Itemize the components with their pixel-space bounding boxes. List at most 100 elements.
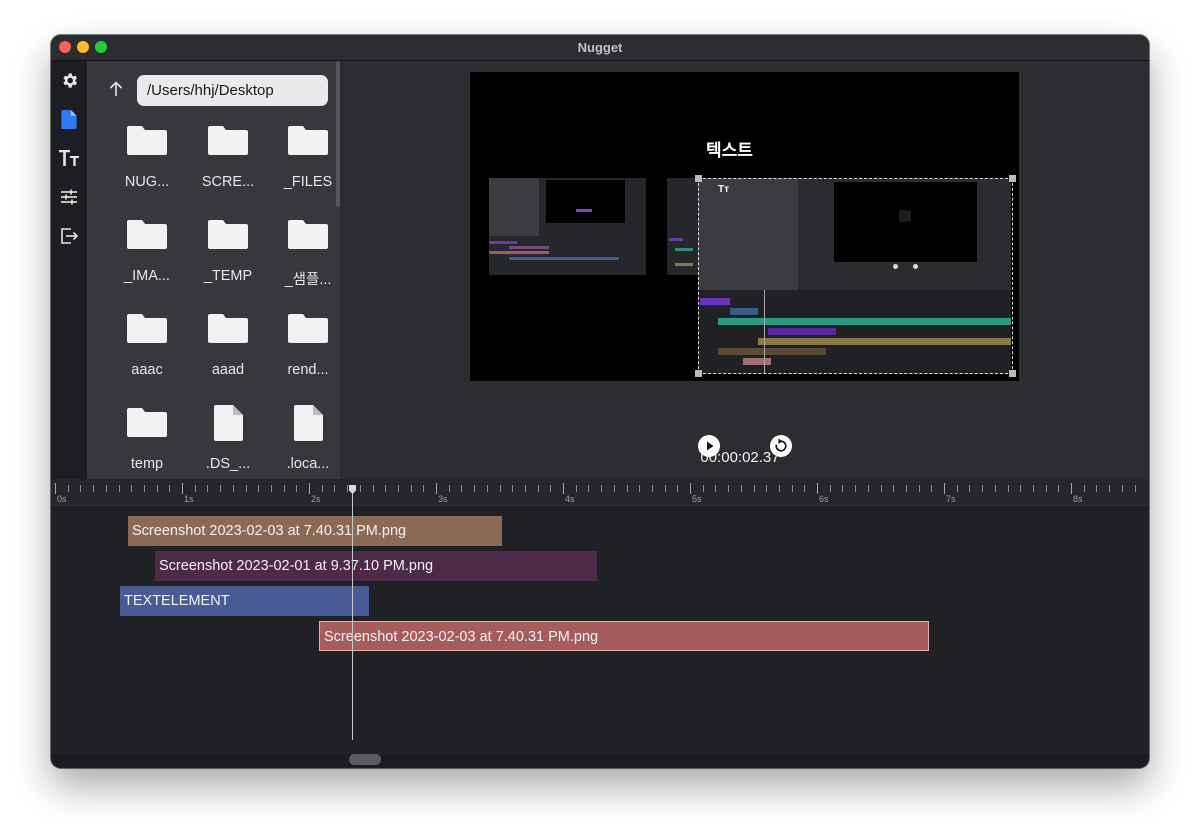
timeline-clip-selected[interactable]: Screenshot 2023-02-03 at 7.40.31 PM.png bbox=[319, 621, 929, 651]
ruler-tick bbox=[563, 483, 564, 494]
selection-box[interactable] bbox=[698, 178, 1013, 374]
folder-item[interactable]: _IMA... bbox=[107, 213, 187, 293]
folder-icon bbox=[208, 123, 248, 157]
file-name-label: aaad bbox=[211, 362, 245, 378]
folder-icon bbox=[208, 217, 248, 251]
ruler-tick bbox=[195, 485, 196, 492]
ruler-tick bbox=[627, 485, 628, 492]
ruler-tick bbox=[157, 485, 158, 492]
ruler-tick bbox=[474, 485, 475, 492]
folder-item[interactable]: rend... bbox=[268, 307, 348, 387]
ruler-tick bbox=[449, 485, 450, 492]
ruler-tick bbox=[677, 485, 678, 492]
ruler-tick bbox=[1109, 485, 1110, 492]
ruler-tick bbox=[969, 485, 970, 492]
folder-icon bbox=[288, 217, 328, 251]
ruler-tick bbox=[436, 483, 437, 494]
canvas-image-thumbnail[interactable] bbox=[667, 178, 699, 275]
ruler-tick bbox=[80, 485, 81, 492]
file-name-label: _TEMP bbox=[203, 268, 253, 284]
ruler-tick bbox=[652, 485, 653, 492]
export-icon[interactable] bbox=[59, 226, 79, 246]
file-name-label: _샘플... bbox=[284, 272, 332, 288]
timeline-clip[interactable]: Screenshot 2023-02-01 at 9.37.10 PM.png bbox=[155, 551, 597, 581]
ruler-label: 6s bbox=[819, 494, 829, 504]
ruler-tick bbox=[360, 485, 361, 492]
sliders-icon[interactable] bbox=[59, 187, 79, 207]
ruler-tick bbox=[817, 483, 818, 494]
file-item[interactable]: .DS_... bbox=[188, 401, 268, 481]
ruler-tick bbox=[804, 485, 805, 492]
folder-item[interactable]: temp bbox=[107, 401, 187, 481]
playhead[interactable] bbox=[352, 485, 353, 740]
app-window: Nugget NUG...SCRE..._FILES_IMA..._TEMP_샘… bbox=[51, 35, 1149, 768]
ruler-tick bbox=[220, 485, 221, 492]
ruler-tick bbox=[334, 485, 335, 492]
file-name-label: .DS_... bbox=[205, 456, 251, 472]
ruler-tick bbox=[715, 485, 716, 492]
resize-handle[interactable] bbox=[1009, 175, 1016, 182]
ruler-tick bbox=[182, 483, 183, 494]
title-bar[interactable]: Nugget bbox=[51, 35, 1149, 61]
window-title: Nugget bbox=[577, 40, 623, 55]
ruler-tick bbox=[538, 485, 539, 492]
arrow-up-icon[interactable] bbox=[107, 80, 125, 98]
ruler-tick bbox=[385, 485, 386, 492]
folder-item[interactable]: aaad bbox=[188, 307, 268, 387]
folder-item[interactable]: _샘플... bbox=[268, 213, 348, 293]
ruler-tick bbox=[207, 485, 208, 492]
folder-item[interactable]: aaac bbox=[107, 307, 187, 387]
time-ruler[interactable]: 0s 1s 2s 3s 4s 5s 6s 7s 8s bbox=[51, 479, 1149, 506]
ruler-tick bbox=[68, 485, 69, 492]
resize-handle[interactable] bbox=[1009, 370, 1016, 377]
text-icon[interactable] bbox=[59, 148, 79, 168]
timeline-scrollbar[interactable] bbox=[51, 754, 1149, 768]
folder-icon bbox=[127, 217, 167, 251]
ruler-tick bbox=[1135, 485, 1136, 492]
ruler-tick bbox=[512, 485, 513, 492]
ruler-tick bbox=[106, 485, 107, 492]
ruler-tick bbox=[1096, 485, 1097, 492]
file-name-label: temp bbox=[130, 456, 164, 472]
resize-handle[interactable] bbox=[695, 175, 702, 182]
folder-item[interactable]: SCRE... bbox=[188, 119, 268, 199]
file-name-label: SCRE... bbox=[201, 174, 255, 190]
file-name-label: _IMA... bbox=[124, 268, 170, 284]
ruler-tick bbox=[271, 485, 272, 492]
folder-item[interactable]: _TEMP bbox=[188, 213, 268, 293]
file-browser: NUG...SCRE..._FILES_IMA..._TEMP_샘플...aaa… bbox=[87, 61, 340, 479]
ruler-label: 4s bbox=[565, 494, 575, 504]
ruler-tick bbox=[1008, 485, 1009, 492]
canvas-text-element[interactable]: 텍스트 bbox=[706, 136, 753, 161]
ruler-tick bbox=[741, 485, 742, 492]
ruler-tick bbox=[246, 485, 247, 492]
ruler-tick bbox=[411, 485, 412, 492]
ruler-tick bbox=[144, 485, 145, 492]
ruler-tick bbox=[347, 485, 348, 492]
timeline-scrollbar-thumb[interactable] bbox=[349, 754, 381, 765]
path-input[interactable] bbox=[137, 75, 328, 106]
ruler-tick bbox=[284, 485, 285, 492]
file-item[interactable]: .loca... bbox=[268, 401, 348, 481]
file-name-label: aaac bbox=[131, 362, 163, 378]
ruler-tick bbox=[576, 485, 577, 492]
ruler-tick bbox=[995, 485, 996, 492]
preview-canvas[interactable]: 텍스트 Tт bbox=[470, 72, 1019, 381]
folder-item[interactable]: NUG... bbox=[107, 119, 187, 199]
ruler-tick bbox=[398, 485, 399, 492]
ruler-label: 8s bbox=[1073, 494, 1083, 504]
ruler-tick bbox=[93, 485, 94, 492]
gear-icon[interactable] bbox=[59, 70, 79, 90]
timeline[interactable]: 0s 1s 2s 3s 4s 5s 6s 7s 8s Screenshot 2023-02-03… bbox=[51, 479, 1149, 768]
ruler-tick bbox=[119, 485, 120, 492]
resize-handle[interactable] bbox=[695, 370, 702, 377]
file-name-label: NUG... bbox=[124, 174, 170, 190]
file-icon[interactable] bbox=[59, 109, 79, 129]
canvas-image-thumbnail[interactable] bbox=[489, 178, 646, 275]
timeline-clip[interactable]: Screenshot 2023-02-03 at 7.40.31 PM.png bbox=[128, 516, 502, 546]
ruler-tick bbox=[982, 485, 983, 492]
ruler-tick bbox=[131, 485, 132, 492]
ruler-tick bbox=[614, 485, 615, 492]
timeline-clip[interactable]: TEXTELEMENT bbox=[120, 586, 369, 616]
ruler-label: 0s bbox=[57, 494, 67, 504]
